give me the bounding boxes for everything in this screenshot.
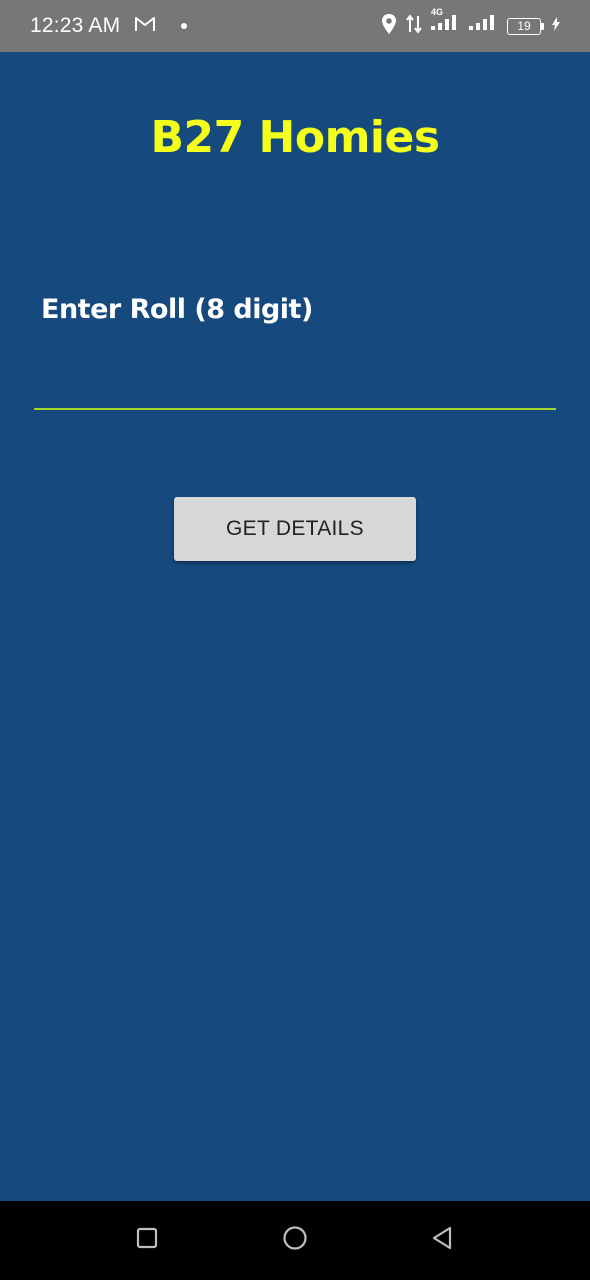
home-icon — [282, 1225, 308, 1256]
charging-icon — [552, 16, 560, 36]
status-bar: 12:23 AM 4G 19 — [0, 0, 590, 52]
location-icon — [381, 13, 397, 40]
recent-apps-button[interactable] — [107, 1201, 187, 1280]
navigation-bar — [0, 1201, 590, 1280]
app-screen: 12:23 AM 4G 19 B27 Homies Enter Roll (8 … — [0, 0, 590, 1280]
battery-icon: 19 — [507, 17, 544, 35]
get-details-button[interactable]: GET DETAILS — [174, 497, 416, 561]
signal-icon — [469, 13, 499, 40]
status-time: 12:23 AM — [30, 14, 121, 37]
home-button[interactable] — [255, 1201, 335, 1280]
network-type-label: 4G — [431, 6, 444, 17]
roll-label: Enter Roll (8 digit) — [41, 294, 313, 325]
app-title: B27 Homies — [150, 112, 440, 163]
gmail-icon — [134, 16, 156, 37]
status-left-icons — [134, 16, 188, 37]
roll-input[interactable] — [34, 350, 556, 410]
recent-apps-icon — [136, 1227, 158, 1254]
battery-level: 19 — [507, 17, 541, 35]
notification-dot-icon — [180, 17, 188, 35]
back-icon — [430, 1225, 454, 1256]
back-button[interactable] — [402, 1201, 482, 1280]
data-transfer-icon — [405, 13, 423, 39]
signal-4g-icon: 4G — [431, 7, 461, 40]
status-right-icons: 4G 19 — [381, 7, 560, 40]
